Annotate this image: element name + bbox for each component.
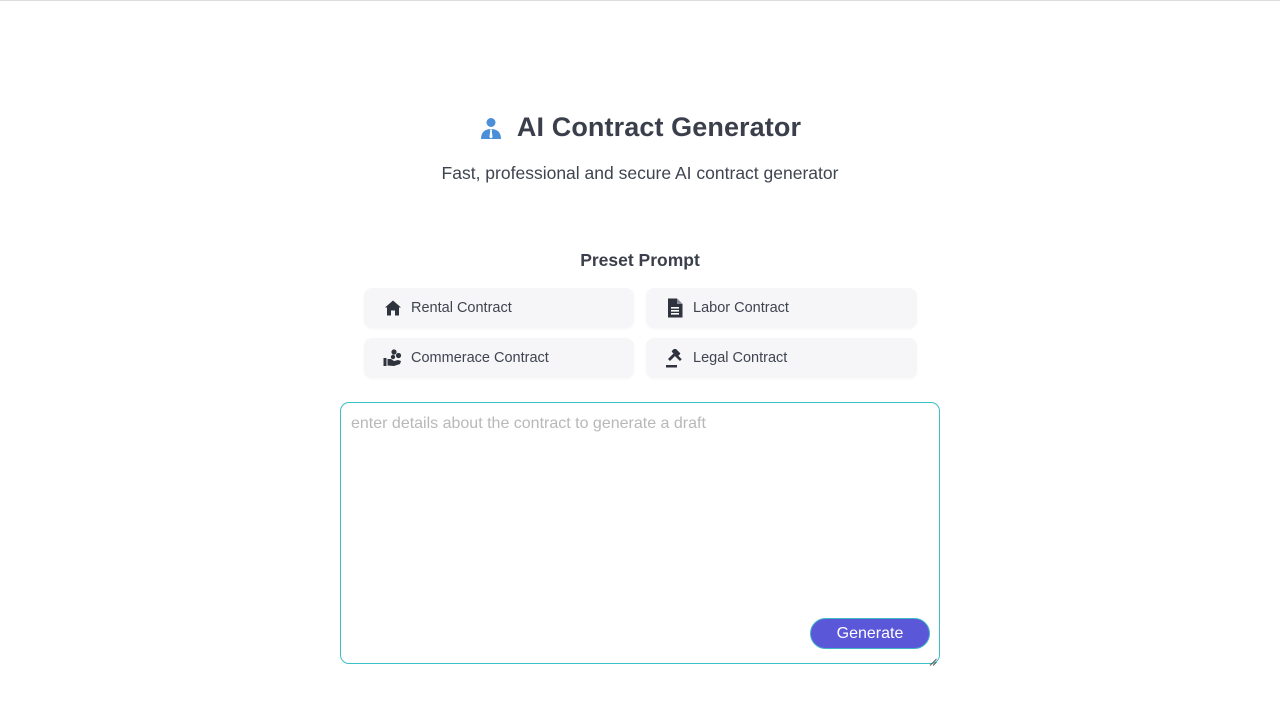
resize-handle-icon[interactable]: [929, 653, 937, 666]
business-person-icon: [479, 116, 503, 140]
preset-legal-contract[interactable]: Legal Contract: [646, 338, 917, 378]
house-icon: [383, 299, 402, 318]
document-icon: [665, 298, 684, 318]
page-subtitle: Fast, professional and secure AI contrac…: [441, 163, 839, 183]
preset-heading: Preset Prompt: [580, 250, 700, 270]
preset-commerace-contract[interactable]: Commerace Contract: [364, 338, 634, 378]
preset-rental-contract[interactable]: Rental Contract: [364, 288, 634, 328]
generate-button[interactable]: Generate: [810, 618, 930, 649]
page-title: AI Contract Generator: [516, 112, 802, 142]
page-header: AI Contract Generator: [0, 112, 1280, 143]
preset-list: Rental Contract Labor Contract Commerace…: [364, 288, 917, 378]
gavel-icon: [665, 348, 684, 368]
preset-label: Rental Contract: [411, 300, 512, 316]
top-divider: [0, 0, 1280, 1]
preset-labor-contract[interactable]: Labor Contract: [646, 288, 917, 328]
preset-label: Commerace Contract: [411, 350, 549, 366]
preset-label: Legal Contract: [693, 350, 788, 366]
hand-coins-icon: [383, 349, 402, 368]
preset-label: Labor Contract: [693, 300, 789, 316]
